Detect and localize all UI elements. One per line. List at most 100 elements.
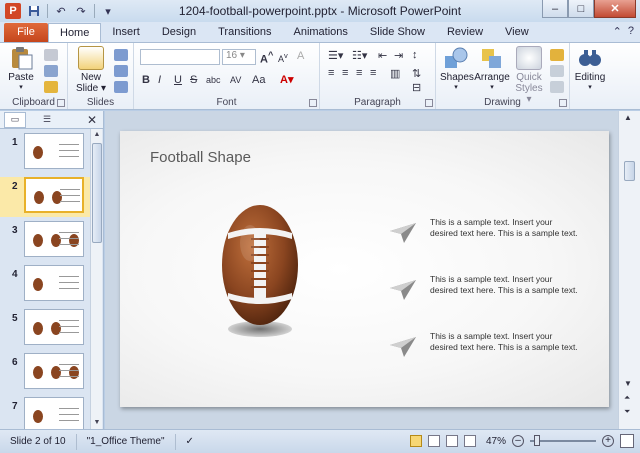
list-item[interactable]: This is a sample text. Insert your desir… — [390, 217, 590, 257]
format-painter-icon[interactable] — [44, 81, 58, 93]
pane-scrollbar[interactable]: ▲ ▼ — [90, 129, 102, 429]
slide-thumbnail[interactable]: 7 — [0, 397, 90, 429]
tab-transitions[interactable]: Transitions — [207, 23, 282, 42]
powerpoint-app-icon[interactable]: P — [5, 3, 21, 19]
close-pane-icon[interactable]: ✕ — [87, 113, 97, 127]
previous-slide-icon[interactable]: ⏶ — [624, 393, 630, 403]
spellcheck-icon[interactable]: ✓ — [176, 434, 204, 450]
slide-sorter-view-icon[interactable] — [428, 435, 440, 447]
shadow-button[interactable]: abc — [206, 75, 221, 85]
numbering-icon[interactable]: ☷▾ — [352, 49, 367, 62]
align-text-icon[interactable]: ⊟ — [412, 81, 421, 94]
slide-title[interactable]: Football Shape — [150, 149, 251, 166]
editor-scroll-thumb[interactable] — [624, 161, 635, 181]
tab-animations[interactable]: Animations — [283, 23, 359, 42]
undo-icon[interactable]: ↶ — [54, 4, 68, 18]
shape-effects-icon[interactable] — [550, 81, 564, 93]
arrange-dropdown-icon[interactable]: ▾ — [474, 83, 510, 91]
tab-slide-show[interactable]: Slide Show — [359, 23, 436, 42]
copy-icon[interactable] — [44, 65, 58, 77]
shapes-button[interactable]: Shapes ▾ — [440, 46, 474, 91]
align-center-icon[interactable]: ≡ — [342, 67, 348, 79]
cut-icon[interactable] — [44, 49, 58, 61]
tab-home[interactable]: Home — [48, 23, 102, 42]
arrange-button[interactable]: Arrange ▾ — [474, 46, 510, 91]
line-spacing-icon[interactable]: ↕ — [412, 49, 418, 61]
close-button[interactable]: ✕ — [594, 0, 636, 18]
maximize-button[interactable]: □ — [568, 0, 594, 18]
zoom-slider[interactable] — [530, 435, 596, 446]
tab-file[interactable]: File — [4, 23, 48, 42]
font-dialog-launcher-icon[interactable] — [309, 99, 317, 107]
justify-icon[interactable]: ≡ — [370, 67, 376, 79]
editing-button[interactable]: Editing ▾ — [572, 46, 608, 91]
scroll-up-icon[interactable]: ▲ — [624, 113, 632, 122]
zoom-level[interactable]: 47% — [482, 436, 506, 447]
tab-view[interactable]: View — [494, 23, 540, 42]
customize-qat-icon[interactable]: ▾ — [101, 4, 115, 18]
slide-thumbnail[interactable]: 4 — [0, 265, 90, 305]
shape-outline-icon[interactable] — [550, 65, 564, 77]
list-item[interactable]: This is a sample text. Insert your desir… — [390, 274, 590, 314]
zoom-in-button[interactable]: + — [602, 435, 614, 447]
grow-font-button[interactable]: A^ — [260, 50, 273, 66]
zoom-out-button[interactable]: – — [512, 435, 524, 447]
layout-icon[interactable] — [114, 49, 128, 61]
scroll-down-icon[interactable]: ▼ — [91, 417, 103, 429]
shrink-font-button[interactable]: Av — [278, 51, 288, 64]
font-size-dropdown[interactable]: 16 ▾ — [222, 49, 256, 65]
scroll-up-icon[interactable]: ▲ — [91, 129, 103, 141]
slides-tab-icon[interactable]: ▭ — [4, 111, 26, 128]
football-image[interactable] — [220, 203, 300, 343]
editing-dropdown-icon[interactable]: ▾ — [572, 83, 608, 91]
tab-design[interactable]: Design — [151, 23, 207, 42]
bullets-icon[interactable]: ☰▾ — [328, 49, 343, 62]
theme-name[interactable]: "1_Office Theme" — [77, 433, 176, 450]
increase-indent-icon[interactable]: ⇥ — [394, 49, 403, 62]
slide-thumbnail[interactable]: 3 — [0, 221, 90, 261]
font-name-dropdown[interactable] — [140, 49, 220, 65]
slide-thumbnail[interactable]: 2 — [0, 177, 90, 217]
slide-thumbnail[interactable]: 6 — [0, 353, 90, 393]
tab-insert[interactable]: Insert — [101, 23, 151, 42]
align-left-icon[interactable]: ≡ — [328, 67, 334, 79]
align-right-icon[interactable]: ≡ — [356, 67, 362, 79]
slide-show-view-icon[interactable] — [464, 435, 476, 447]
save-icon[interactable] — [27, 4, 41, 18]
zoom-slider-knob[interactable] — [534, 435, 540, 446]
paste-button[interactable]: Paste ▾ — [6, 46, 36, 91]
reset-icon[interactable] — [114, 65, 128, 77]
normal-view-icon[interactable] — [410, 435, 422, 447]
scroll-down-icon[interactable]: ▼ — [624, 379, 632, 388]
slide-canvas[interactable]: Football Shape This is a sample text. In… — [120, 131, 609, 407]
next-slide-icon[interactable]: ⏷ — [624, 407, 630, 417]
paragraph-dialog-launcher-icon[interactable] — [425, 99, 433, 107]
columns-icon[interactable]: ▥ — [390, 67, 400, 80]
reading-view-icon[interactable] — [446, 435, 458, 447]
minimize-button[interactable]: – — [542, 0, 568, 18]
editor-scrollbar[interactable]: ▲ ▼ ⏶ ⏷ — [618, 111, 640, 429]
section-icon[interactable] — [114, 81, 128, 93]
minimize-ribbon-icon[interactable]: ⌃ — [613, 25, 622, 38]
list-item[interactable]: This is a sample text. Insert your desir… — [390, 331, 590, 371]
underline-button[interactable]: U — [174, 74, 182, 86]
redo-icon[interactable]: ↷ — [74, 4, 88, 18]
outline-tab-icon[interactable]: ☰ — [36, 112, 58, 128]
character-spacing-button[interactable]: AV — [230, 75, 241, 85]
fit-slide-icon[interactable] — [620, 434, 634, 448]
paste-dropdown-icon[interactable]: ▾ — [6, 83, 36, 91]
change-case-button[interactable]: Aa — [252, 74, 265, 86]
decrease-indent-icon[interactable]: ⇤ — [378, 49, 387, 62]
text-direction-icon[interactable]: ⇅ — [412, 67, 421, 80]
shape-fill-icon[interactable] — [550, 49, 564, 61]
drawing-dialog-launcher-icon[interactable] — [559, 99, 567, 107]
clear-formatting-button[interactable]: A — [297, 50, 304, 62]
slide-thumbnail[interactable]: 1 — [0, 133, 90, 173]
tab-review[interactable]: Review — [436, 23, 494, 42]
shapes-dropdown-icon[interactable]: ▾ — [440, 83, 472, 91]
pane-scroll-thumb[interactable] — [92, 143, 102, 243]
new-slide-button[interactable]: New Slide ▾ — [74, 46, 108, 94]
strikethrough-button[interactable]: S — [190, 74, 197, 86]
clipboard-dialog-launcher-icon[interactable] — [57, 99, 65, 107]
italic-button[interactable]: I — [158, 74, 161, 86]
